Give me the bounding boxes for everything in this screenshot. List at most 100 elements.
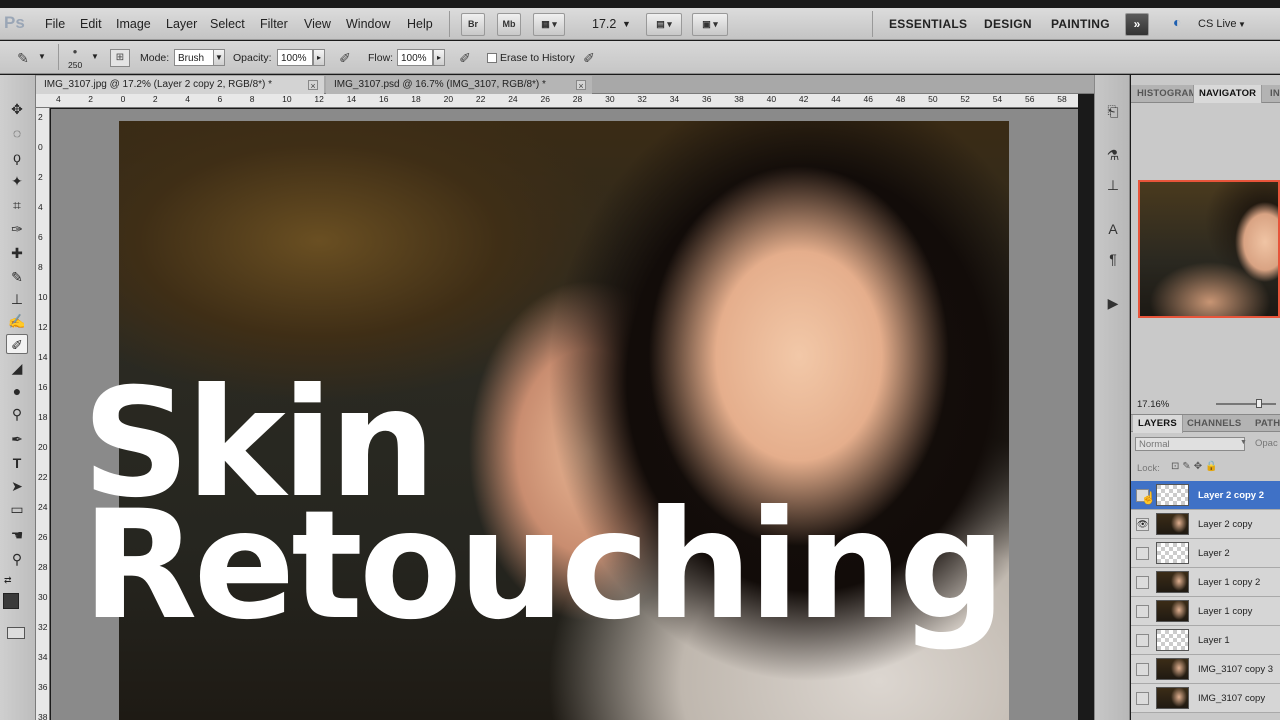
brush-tool-icon[interactable]: ✎ <box>6 267 28 287</box>
flow-input[interactable]: 100% <box>397 49 433 66</box>
tab-img-3107-psd[interactable]: IMG_3107.psd @ 16.7% (IMG_3107, RGB/8*) … <box>326 76 592 94</box>
visibility-toggle[interactable] <box>1136 576 1149 589</box>
tab-layers[interactable]: LAYERS <box>1133 415 1183 433</box>
layer-row[interactable]: Layer 2 <box>1131 539 1280 568</box>
pen-tool-icon[interactable]: ✒ <box>6 429 28 449</box>
menu-window[interactable]: Window <box>346 17 390 31</box>
menu-layer[interactable]: Layer <box>166 17 197 31</box>
zoom-tool-icon[interactable]: ⚲ <box>6 549 28 569</box>
quick-mask-icon[interactable] <box>7 627 25 639</box>
close-icon[interactable]: × <box>576 80 586 91</box>
bridge-button[interactable]: Br <box>461 13 485 36</box>
tab-info[interactable]: INFO <box>1270 85 1280 103</box>
pressure-opacity-icon[interactable]: ✐ <box>336 49 354 67</box>
eraser-tool-icon[interactable]: ✐ <box>6 334 28 354</box>
visibility-toggle[interactable] <box>1136 547 1149 560</box>
navigator-zoom-value[interactable]: 17.16% <box>1137 399 1169 410</box>
menu-select[interactable]: Select <box>210 17 245 31</box>
headline-overlay: Skin Retouching <box>82 369 1072 641</box>
pressure-size-icon[interactable]: ✐ <box>580 49 598 67</box>
workspace-painting[interactable]: PAINTING <box>1051 17 1110 31</box>
tab-img-3107-jpg[interactable]: IMG_3107.jpg @ 17.2% (Layer 2 copy 2, RG… <box>36 76 324 94</box>
paragraph-panel-icon[interactable]: ¶ <box>1103 249 1123 269</box>
clone-source-icon[interactable]: ⊥ <box>1103 175 1123 195</box>
marquee-tool-icon[interactable]: ◌ <box>6 123 28 143</box>
view-extras-button[interactable]: ▦ ▾ <box>533 13 565 36</box>
navigator-preview[interactable] <box>1138 180 1280 318</box>
cs-live-menu[interactable]: CS Live <box>1198 18 1237 30</box>
ruler-tick-label: 24 <box>508 94 518 104</box>
clone-stamp-tool-icon[interactable]: ⊥ <box>6 289 28 309</box>
blur-tool-icon[interactable]: ● <box>6 381 28 401</box>
brush-size-dropdown-icon[interactable]: ▼ <box>91 52 99 61</box>
tab-paths[interactable]: PATHS <box>1255 415 1280 433</box>
cs-live-dropdown-icon[interactable]: ▼ <box>1238 20 1246 29</box>
swap-colors-icon[interactable]: ⇄ <box>4 575 18 585</box>
blend-mode-select[interactable]: Normal <box>1135 437 1245 451</box>
eye-icon[interactable]: 👁 <box>1136 518 1149 531</box>
menu-help[interactable]: Help <box>407 17 433 31</box>
preset-dropdown-icon[interactable]: ▼ <box>38 52 46 61</box>
zoom-level[interactable]: 17.2 <box>592 17 616 31</box>
path-select-tool-icon[interactable]: ➤ <box>6 476 28 496</box>
layer-row[interactable]: IMG_3107 copy <box>1131 684 1280 713</box>
erase-to-history-checkbox[interactable] <box>487 53 497 63</box>
workspace-design[interactable]: DESIGN <box>984 17 1032 31</box>
move-tool-icon[interactable]: ✥ <box>6 99 28 119</box>
more-workspaces-button[interactable]: » <box>1125 13 1149 36</box>
visibility-toggle[interactable] <box>1136 663 1149 676</box>
mode-select[interactable]: Brush <box>174 49 214 66</box>
layer-row[interactable]: Layer 1 copy 2 <box>1131 568 1280 597</box>
menu-edit[interactable]: Edit <box>80 17 102 31</box>
blend-mode-dropdown-icon[interactable]: ▼ <box>1240 439 1247 446</box>
layer-row[interactable]: IMG_3107 copy 3 <box>1131 655 1280 684</box>
menu-filter[interactable]: Filter <box>260 17 288 31</box>
paint-bucket-tool-icon[interactable]: ◢ <box>6 358 28 378</box>
lasso-tool-icon[interactable]: ϙ <box>6 147 28 167</box>
layer-row[interactable]: Layer 1 copy <box>1131 597 1280 626</box>
type-tool-icon[interactable]: T <box>6 453 28 473</box>
mini-bridge-button[interactable]: Mb <box>497 13 521 36</box>
zoom-dropdown-icon[interactable]: ▼ <box>622 19 631 29</box>
mode-dropdown-icon[interactable]: ▼ <box>213 49 225 66</box>
workspace-essentials[interactable]: ESSENTIALS <box>889 17 967 31</box>
brush-tip-icon[interactable]: ● <box>66 43 84 61</box>
menu-file[interactable]: File <box>45 17 65 31</box>
healing-brush-tool-icon[interactable]: ✚ <box>6 243 28 263</box>
menu-image[interactable]: Image <box>116 17 151 31</box>
crop-tool-icon[interactable]: ⌗ <box>6 195 28 215</box>
foreground-color-swatch[interactable] <box>3 593 19 609</box>
layer-row[interactable]: 👁 Layer 2 copy <box>1131 510 1280 539</box>
airbrush-icon[interactable]: ✐ <box>456 49 474 67</box>
menu-view[interactable]: View <box>304 17 331 31</box>
layer-row[interactable]: Layer 1 <box>1131 626 1280 655</box>
flow-slider-icon[interactable]: ▸ <box>433 49 445 66</box>
slider-handle[interactable] <box>1256 399 1262 408</box>
screen-mode-button[interactable]: ▣ ▾ <box>692 13 728 36</box>
visibility-toggle[interactable] <box>1136 605 1149 618</box>
tab-histogram[interactable]: HISTOGRAM <box>1137 85 1195 103</box>
arrange-documents-button[interactable]: ▤ ▾ <box>646 13 682 36</box>
eraser-preset-icon[interactable]: ✎ <box>14 49 32 67</box>
opacity-input[interactable]: 100% <box>277 49 313 66</box>
tab-channels[interactable]: CHANNELS <box>1187 415 1241 433</box>
brush-panel-icon[interactable]: ⊞ <box>110 49 130 67</box>
ruler-tick-label: 50 <box>928 94 938 104</box>
opacity-slider-icon[interactable]: ▸ <box>313 49 325 66</box>
lock-options-icon[interactable]: ⊡✎✥🔒 <box>1171 461 1221 472</box>
hand-tool-icon[interactable]: ☚ <box>6 525 28 545</box>
actions-panel-icon[interactable]: ▶ <box>1103 293 1123 313</box>
history-panel-icon[interactable]: ⎗ <box>1103 101 1123 121</box>
rectangle-tool-icon[interactable]: ▭ <box>6 499 28 519</box>
visibility-toggle[interactable] <box>1136 634 1149 647</box>
history-brush-tool-icon[interactable]: ✍ <box>6 311 28 331</box>
brush-presets-icon[interactable]: ⚗ <box>1103 145 1123 165</box>
close-icon[interactable]: × <box>308 80 318 91</box>
eyedropper-tool-icon[interactable]: ✑ <box>6 219 28 239</box>
visibility-toggle[interactable] <box>1136 692 1149 705</box>
character-panel-icon[interactable]: A <box>1103 219 1123 239</box>
quick-select-tool-icon[interactable]: ✦ <box>6 171 28 191</box>
tab-navigator[interactable]: NAVIGATOR <box>1193 85 1263 103</box>
navigator-zoom-slider[interactable] <box>1216 403 1276 405</box>
dodge-tool-icon[interactable]: ⚲ <box>6 404 28 424</box>
